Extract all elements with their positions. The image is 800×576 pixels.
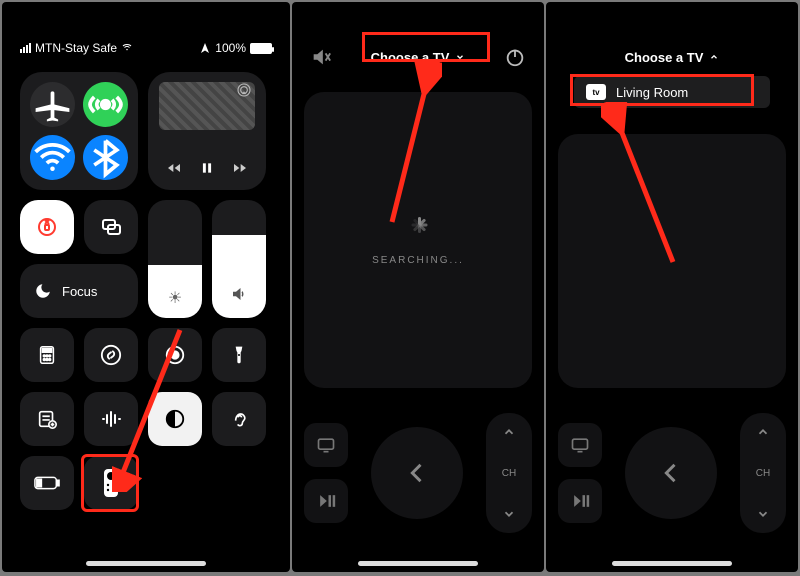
cellular-toggle[interactable] — [83, 82, 128, 127]
chevron-up-icon — [709, 52, 719, 62]
play-pause-button[interactable] — [558, 479, 602, 523]
play-pause-button[interactable] — [304, 479, 348, 523]
choose-tv-label: Choose a TV — [625, 50, 704, 65]
low-power-toggle[interactable] — [20, 456, 74, 510]
notes-button[interactable] — [20, 392, 74, 446]
choose-tv-button[interactable]: Choose a TV — [613, 44, 732, 71]
pause-button[interactable] — [200, 161, 214, 179]
highlight-box — [362, 32, 490, 62]
loading-spinner — [404, 215, 432, 243]
highlight-box — [570, 74, 754, 106]
tv-button[interactable] — [304, 423, 348, 467]
calculator-button[interactable] — [20, 328, 74, 382]
channel-label: CH — [756, 468, 770, 479]
tv-button[interactable] — [558, 423, 602, 467]
channel-rocker[interactable]: CH — [740, 413, 786, 533]
location-icon — [199, 42, 211, 54]
forward-button[interactable] — [232, 160, 248, 180]
carrier-label: MTN-Stay Safe — [35, 41, 117, 55]
bluetooth-toggle[interactable] — [83, 135, 128, 180]
remote-touchpad[interactable] — [558, 134, 786, 388]
orientation-lock-toggle[interactable] — [20, 200, 74, 254]
connectivity-tile[interactable] — [20, 72, 138, 190]
battery-icon — [250, 43, 272, 54]
searching-label: SEARCHING... — [372, 255, 464, 266]
channel-rocker[interactable]: CH — [486, 413, 532, 533]
screen-mirroring-toggle[interactable] — [84, 200, 138, 254]
home-indicator[interactable] — [86, 561, 206, 566]
volume-icon — [212, 285, 266, 308]
brightness-slider[interactable]: ☀ — [148, 200, 202, 318]
chevron-down-icon[interactable] — [502, 507, 516, 521]
mute-icon[interactable] — [310, 46, 332, 68]
focus-toggle[interactable]: Focus — [20, 264, 138, 318]
remote-screen-dropdown: x Choose a TV x tv Living Room CH — [546, 2, 798, 572]
screen-record-button[interactable] — [148, 328, 202, 382]
airplay-icon[interactable] — [236, 82, 252, 101]
remote-screen-searching: Choose a TV SEARCHING... — [292, 2, 544, 572]
wifi-status-icon — [121, 41, 133, 56]
home-indicator[interactable] — [358, 561, 478, 566]
shazam-button[interactable] — [84, 328, 138, 382]
rewind-button[interactable] — [166, 160, 182, 180]
chevron-up-icon[interactable] — [756, 425, 770, 439]
volume-slider[interactable] — [212, 200, 266, 318]
channel-label: CH — [502, 468, 516, 479]
remote-touchpad[interactable]: SEARCHING... — [304, 92, 532, 388]
chevron-up-icon[interactable] — [502, 425, 516, 439]
apple-tv-remote-button[interactable] — [84, 456, 138, 510]
back-button[interactable] — [371, 427, 463, 519]
airplane-toggle[interactable] — [30, 82, 75, 127]
media-tile[interactable] — [148, 72, 266, 190]
dark-mode-toggle[interactable] — [148, 392, 202, 446]
flashlight-button[interactable] — [212, 328, 266, 382]
wifi-toggle[interactable] — [30, 135, 75, 180]
cell-signal-icon — [20, 43, 31, 53]
battery-pct: 100% — [215, 41, 246, 55]
back-button[interactable] — [625, 427, 717, 519]
brightness-icon: ☀ — [148, 288, 202, 308]
control-center-screen: MTN-Stay Safe 100% — [2, 2, 290, 572]
hearing-button[interactable] — [212, 392, 266, 446]
home-indicator[interactable] — [612, 561, 732, 566]
sound-recognition-button[interactable] — [84, 392, 138, 446]
chevron-down-icon[interactable] — [756, 507, 770, 521]
focus-label: Focus — [62, 284, 97, 299]
status-bar: MTN-Stay Safe 100% — [20, 34, 272, 62]
power-icon[interactable] — [504, 46, 526, 68]
